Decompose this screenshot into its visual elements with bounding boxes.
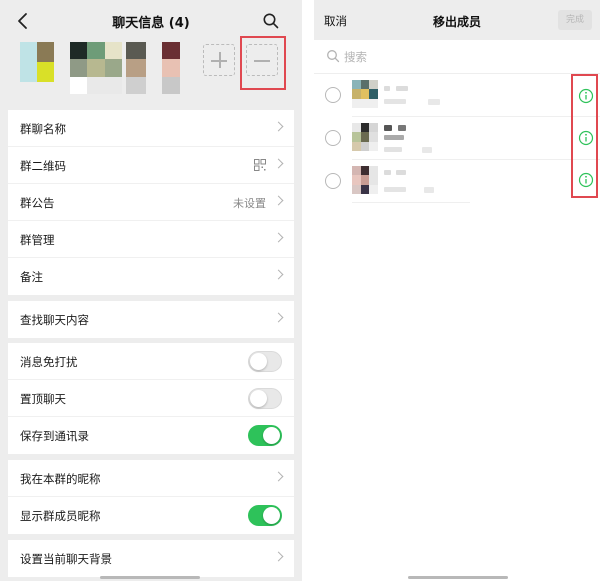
done-button[interactable]: 完成 xyxy=(558,10,592,30)
chevron-right-icon xyxy=(273,232,284,243)
member-avatar[interactable] xyxy=(162,42,198,94)
chevron-right-icon xyxy=(273,551,284,562)
member-row[interactable] xyxy=(314,117,600,160)
member-avatar xyxy=(352,80,378,108)
info-circle-icon[interactable] xyxy=(578,130,594,146)
row-pin: 置顶聊天 xyxy=(8,380,294,417)
member-avatar xyxy=(352,166,378,194)
row-label: 显示群成员昵称 xyxy=(20,509,101,523)
row-save-contacts: 保存到通讯录 xyxy=(8,417,294,454)
settings-group: 我在本群的昵称 显示群成员昵称 xyxy=(8,460,294,534)
settings-group: 群聊名称 群二维码 群公告 未设置 群管理 备注 xyxy=(8,110,294,295)
panel-divider xyxy=(302,0,314,581)
row-search-history[interactable]: 查找聊天内容 xyxy=(8,301,294,338)
member-avatar xyxy=(352,123,378,151)
row-chat-background[interactable]: 设置当前聊天背景 xyxy=(8,540,294,577)
chevron-right-icon xyxy=(273,121,284,132)
row-label: 群管理 xyxy=(20,233,55,247)
row-label: 我在本群的昵称 xyxy=(20,472,101,486)
member-avatar[interactable] xyxy=(126,42,146,94)
row-show-nicknames: 显示群成员昵称 xyxy=(8,497,294,534)
remove-members-panel: 取消 移出成员 完成 xyxy=(314,0,600,581)
qr-code-icon xyxy=(254,159,266,171)
row-label: 查找聊天内容 xyxy=(20,313,89,327)
search-icon[interactable] xyxy=(262,12,280,30)
select-radio[interactable] xyxy=(325,130,341,146)
home-indicator xyxy=(100,576,200,579)
settings-group: 消息免打扰 置顶聊天 保存到通讯录 xyxy=(8,343,294,454)
chevron-right-icon xyxy=(273,269,284,280)
chat-info-panel: 聊天信息 (4) 群聊名称 群二维码 群公告 未设置 群管理 备注 查找聊天内容… xyxy=(0,0,302,581)
add-member-button[interactable] xyxy=(203,44,235,76)
chevron-right-icon xyxy=(273,312,284,323)
member-avatar[interactable] xyxy=(20,42,54,82)
row-group-qr[interactable]: 群二维码 xyxy=(8,147,294,184)
row-remark[interactable]: 备注 xyxy=(8,258,294,295)
show-nicknames-toggle[interactable] xyxy=(248,505,282,526)
search-input[interactable] xyxy=(344,47,574,67)
settings-group: 设置当前聊天背景 xyxy=(8,540,294,577)
page-title: 聊天信息 (4) xyxy=(112,16,190,31)
remove-members-header: 取消 移出成员 完成 xyxy=(314,0,600,40)
row-value: 未设置 xyxy=(233,197,266,210)
search-icon xyxy=(327,50,340,63)
settings-group: 查找聊天内容 xyxy=(8,301,294,338)
remove-member-button[interactable] xyxy=(246,44,278,76)
select-radio[interactable] xyxy=(325,173,341,189)
row-label: 置顶聊天 xyxy=(20,392,66,406)
row-label: 群二维码 xyxy=(20,159,66,173)
select-radio[interactable] xyxy=(325,87,341,103)
row-group-manage[interactable]: 群管理 xyxy=(8,221,294,258)
member-row[interactable] xyxy=(314,74,600,117)
row-label: 保存到通讯录 xyxy=(20,429,89,443)
mute-toggle[interactable] xyxy=(248,351,282,372)
member-avatar[interactable] xyxy=(70,42,122,94)
member-row[interactable] xyxy=(314,160,600,203)
pin-toggle[interactable] xyxy=(248,388,282,409)
member-search-bar xyxy=(314,40,600,74)
row-group-name[interactable]: 群聊名称 xyxy=(8,110,294,147)
home-indicator xyxy=(408,576,508,579)
row-label: 消息免打扰 xyxy=(20,355,78,369)
row-label: 群聊名称 xyxy=(20,122,66,136)
row-mute: 消息免打扰 xyxy=(8,343,294,380)
row-my-nickname[interactable]: 我在本群的昵称 xyxy=(8,460,294,497)
row-label: 群公告 xyxy=(20,196,55,210)
chevron-right-icon xyxy=(273,195,284,206)
chevron-right-icon xyxy=(273,471,284,482)
row-label: 设置当前聊天背景 xyxy=(20,552,112,566)
save-contacts-toggle[interactable] xyxy=(248,425,282,446)
row-group-notice[interactable]: 群公告 未设置 xyxy=(8,184,294,221)
row-label: 备注 xyxy=(20,270,43,284)
info-circle-icon[interactable] xyxy=(578,88,594,104)
chevron-right-icon xyxy=(273,158,284,169)
info-circle-icon[interactable] xyxy=(578,172,594,188)
